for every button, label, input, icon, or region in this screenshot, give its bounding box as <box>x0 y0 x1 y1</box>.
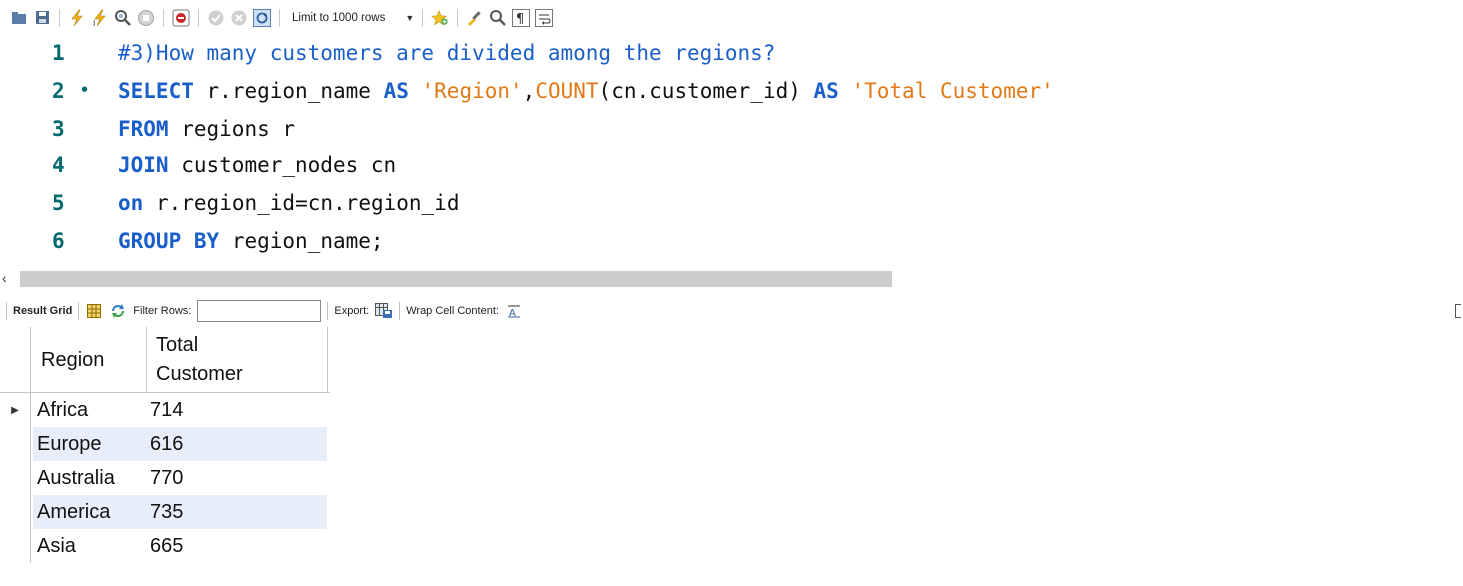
total-customer-cell[interactable]: 714 <box>150 393 183 427</box>
save-icon[interactable] <box>33 9 51 27</box>
region-cell[interactable]: Asia <box>37 529 76 563</box>
autocommit-icon[interactable] <box>253 8 271 27</box>
invisible-chars-icon[interactable]: ¶ <box>512 8 531 27</box>
column-divider <box>30 327 31 393</box>
svg-text:¶: ¶ <box>516 12 524 27</box>
region-cell[interactable]: Australia <box>37 461 115 495</box>
line-number: 5 <box>52 191 65 215</box>
line-gutter: 4 <box>0 147 118 183</box>
explain-icon[interactable] <box>114 9 132 27</box>
filter-rows-label: Filter Rows: <box>133 305 192 317</box>
execute-lightning-icon[interactable] <box>68 9 86 27</box>
line-gutter: 3 <box>0 111 118 147</box>
table-row[interactable]: ▶ Africa 714 <box>0 393 330 427</box>
code-line: 4 JOIN customer_nodes cn <box>0 147 1463 183</box>
row-gutter-border <box>30 393 31 427</box>
toolbar-separator <box>198 8 199 27</box>
line-number: 2 <box>52 79 65 103</box>
column-divider <box>146 327 147 393</box>
row-gutter-border <box>30 427 31 461</box>
result-toolbar: Result Grid Filter Rows: Export: Wrap Ce… <box>0 296 1463 326</box>
toolbar-separator <box>399 302 401 320</box>
stop-icon[interactable] <box>137 9 155 27</box>
scrollbar-thumb[interactable] <box>20 271 892 287</box>
toolbar-separator <box>327 302 329 320</box>
limit-rows-select[interactable]: Limit to 1000 rows ▼ <box>288 8 414 28</box>
code-line: 5 on r.region_id=cn.region_id <box>0 185 1463 221</box>
toolbar-separator <box>163 8 164 27</box>
code-line: 3 FROM regions r <box>0 111 1463 147</box>
column-header-region[interactable]: Region <box>33 327 143 393</box>
beautify-brush-icon[interactable] <box>466 9 484 27</box>
toolbar-separator <box>78 302 80 320</box>
toolbar-separator <box>279 8 280 27</box>
result-grid: Region Total Customer ▶ Africa 714 Europ… <box>0 327 330 563</box>
total-customer-cell[interactable]: 770 <box>150 461 183 495</box>
line-gutter: 1 <box>0 35 118 71</box>
rollback-icon[interactable] <box>230 9 248 27</box>
wrap-lines-icon[interactable] <box>535 8 554 27</box>
toolbar-separator <box>6 302 7 320</box>
execute-current-icon[interactable]: I <box>91 9 109 27</box>
editor-horizontal-scrollbar[interactable]: ‹ <box>0 268 1463 290</box>
region-cell[interactable]: Africa <box>37 393 88 427</box>
export-label: Export: <box>334 305 370 317</box>
find-icon[interactable] <box>489 9 507 27</box>
panel-toggle-icon[interactable] <box>1455 304 1461 318</box>
toolbar-separator <box>59 8 60 27</box>
sql-statement-text: JOIN customer_nodes cn <box>118 153 397 177</box>
svg-text:I: I <box>93 19 95 27</box>
column-header-total-customer[interactable]: Total Customer <box>148 327 248 393</box>
export-icon[interactable] <box>375 302 393 320</box>
line-number: 6 <box>52 229 65 253</box>
line-gutter: 6 <box>0 223 118 259</box>
code-line: 1 #3)How many customers are divided amon… <box>0 35 1463 71</box>
commit-icon[interactable] <box>207 9 225 27</box>
result-grid-tab[interactable]: Result Grid <box>13 305 72 317</box>
line-number: 3 <box>52 117 65 141</box>
wrap-cell-content-icon[interactable]: A <box>505 302 523 320</box>
sql-statement-text: GROUP BY region_name; <box>118 229 384 253</box>
chevron-down-icon: ▼ <box>405 12 415 23</box>
table-row[interactable]: Australia 770 <box>0 461 330 495</box>
add-snippet-star-icon[interactable] <box>431 9 449 27</box>
grid-header: Region Total Customer <box>0 327 330 393</box>
line-gutter: 2 • <box>0 73 118 109</box>
toolbar-separator <box>457 8 459 27</box>
toggle-error-icon[interactable] <box>172 9 190 27</box>
column-divider <box>327 327 328 393</box>
statement-marker-icon: • <box>80 81 90 100</box>
table-row[interactable]: Asia 665 <box>0 529 330 563</box>
refresh-icon[interactable] <box>109 302 127 320</box>
scroll-left-icon[interactable]: ‹ <box>2 270 7 286</box>
limit-rows-label: Limit to 1000 rows <box>292 11 386 24</box>
grid-view-icon[interactable] <box>85 302 103 320</box>
open-folder-icon[interactable] <box>10 9 28 27</box>
sql-editor[interactable]: 1 #3)How many customers are divided amon… <box>0 35 1463 267</box>
line-gutter: 5 <box>0 185 118 221</box>
editor-toolbar: I Limit to 1000 rows ▼ ¶ <box>0 0 1463 35</box>
sql-statement-text: on r.region_id=cn.region_id <box>118 191 460 215</box>
total-customer-cell[interactable]: 616 <box>150 427 183 461</box>
total-customer-cell[interactable]: 665 <box>150 529 183 563</box>
row-gutter-border <box>30 461 31 495</box>
line-number: 4 <box>52 153 65 177</box>
region-cell[interactable]: America <box>37 495 110 529</box>
sql-statement-text: FROM regions r <box>118 117 296 141</box>
wrap-cell-content-label: Wrap Cell Content: <box>406 305 499 317</box>
row-gutter-border <box>30 529 31 563</box>
code-line: 2 • SELECT r.region_name AS 'Region',COU… <box>0 73 1463 109</box>
table-row[interactable]: Europe 616 <box>0 427 330 461</box>
comment-text: #3)How many customers are divided among … <box>118 41 776 65</box>
filter-rows-input[interactable] <box>197 300 322 322</box>
region-cell[interactable]: Europe <box>37 427 102 461</box>
line-number: 1 <box>52 41 65 65</box>
total-customer-cell[interactable]: 735 <box>150 495 183 529</box>
table-row[interactable]: America 735 <box>0 495 330 529</box>
code-line: 6 GROUP BY region_name; <box>0 223 1463 259</box>
toolbar-separator <box>422 8 424 27</box>
current-row-arrow-icon: ▶ <box>11 404 19 416</box>
sql-statement-text: SELECT r.region_name AS 'Region',COUNT(c… <box>118 79 1054 103</box>
row-gutter-border <box>30 495 31 529</box>
